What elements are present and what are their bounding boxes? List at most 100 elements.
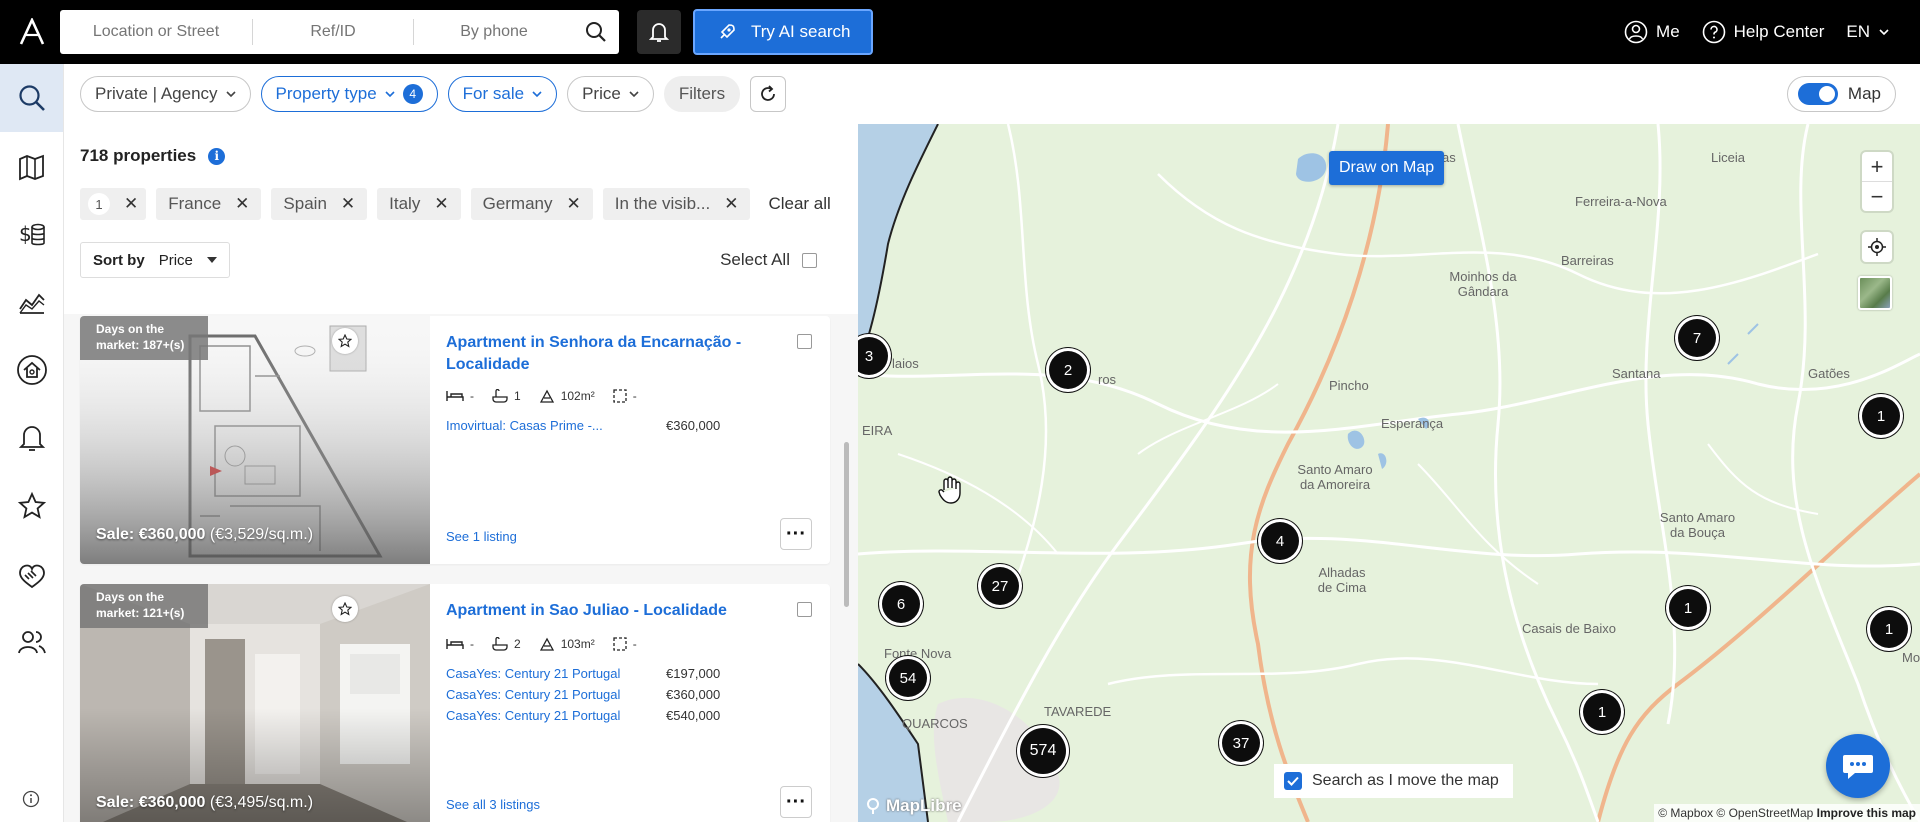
filter-tag[interactable]: In the visib... ✕ <box>602 188 751 220</box>
filter-tag[interactable]: Italy ✕ <box>377 188 461 220</box>
map-toggle[interactable]: Map <box>1786 76 1896 112</box>
close-icon[interactable]: ✕ <box>235 194 249 214</box>
map-place-label: Gatões <box>1808 366 1850 381</box>
reset-filters-button[interactable] <box>750 76 787 112</box>
close-icon[interactable]: ✕ <box>341 194 355 214</box>
map-switch[interactable] <box>1797 83 1838 105</box>
filter-tag[interactable]: Germany ✕ <box>470 188 593 220</box>
hand-cursor-icon <box>937 476 963 504</box>
search-button[interactable] <box>574 21 618 43</box>
nav-deals[interactable] <box>0 540 63 608</box>
map-cluster-marker[interactable]: 1 <box>1669 589 1707 627</box>
nav-market-map[interactable] <box>0 132 63 200</box>
property-title[interactable]: Apartment in Sao Juliao - Localidade <box>446 600 766 622</box>
nav-info[interactable] <box>22 790 40 808</box>
bath-icon <box>492 389 508 403</box>
price-filter[interactable]: Price <box>567 76 654 112</box>
ref-id-input[interactable] <box>253 20 413 44</box>
nav-team[interactable] <box>0 608 63 676</box>
help-center-link[interactable]: Help Center <box>1702 20 1824 44</box>
app-logo[interactable] <box>0 0 64 64</box>
more-filters-button[interactable]: Filters <box>663 76 741 112</box>
select-all[interactable]: Select All <box>720 250 817 270</box>
nav-my-properties[interactable] <box>0 336 63 404</box>
notifications-button[interactable] <box>637 10 681 54</box>
ai-search-button[interactable]: Try AI search <box>693 9 873 55</box>
language-label: EN <box>1846 22 1870 41</box>
property-photo[interactable]: Days on the market: 187+(s) Sale: €360,0… <box>80 316 430 564</box>
satellite-layer-toggle[interactable] <box>1858 276 1892 310</box>
select-all-checkbox[interactable] <box>802 252 817 268</box>
user-icon <box>1624 20 1648 44</box>
deal-type-filter[interactable]: For sale <box>447 76 558 112</box>
listing-source[interactable]: CasaYes: Century 21 Portugal <box>446 687 666 702</box>
nav-alerts[interactable] <box>0 404 63 472</box>
favorite-star-icon[interactable] <box>332 596 358 622</box>
close-icon[interactable]: ✕ <box>567 194 581 214</box>
map-cluster-marker[interactable]: 574 <box>1020 728 1066 774</box>
nav-valuation[interactable]: $ <box>0 200 63 268</box>
map-view[interactable]: Queridas Liceia Ferreira-a-Nova Barreira… <box>858 124 1920 822</box>
sort-dropdown[interactable]: Sort by Price <box>80 242 230 278</box>
map-cluster-marker[interactable]: 2 <box>1049 351 1087 389</box>
map-cluster-marker[interactable]: 27 <box>981 567 1019 605</box>
language-selector[interactable]: EN <box>1846 22 1890 42</box>
location-search-input[interactable] <box>60 20 252 44</box>
search-as-move-checkbox[interactable] <box>1284 772 1302 790</box>
nav-search[interactable] <box>0 64 63 132</box>
map-cluster-marker[interactable]: 1 <box>1583 693 1621 731</box>
zoom-out-button[interactable]: − <box>1862 182 1892 211</box>
map-cluster-marker[interactable]: 1 <box>1862 397 1900 435</box>
more-options-button[interactable]: ··· <box>780 786 812 818</box>
sort-value: Price <box>158 251 193 269</box>
checkmark-icon <box>1287 776 1299 786</box>
property-photo[interactable]: Days on the market: 121+(s) Sale: €360,0… <box>80 584 430 822</box>
map-cluster-marker[interactable]: 4 <box>1261 522 1299 560</box>
map-place-label: Santo Amaro da Bouça <box>1659 510 1736 540</box>
info-icon[interactable]: i <box>208 147 226 165</box>
map-cluster-marker[interactable]: 7 <box>1678 319 1716 357</box>
filter-tag[interactable]: France ✕ <box>156 188 262 220</box>
list-scrollbar[interactable] <box>844 442 849 607</box>
property-type-filter[interactable]: Property type 4 <box>260 76 438 112</box>
maplibre-logo: MapLibre <box>864 796 962 816</box>
draw-on-map-button[interactable]: Draw on Map <box>1329 151 1445 185</box>
results-count: 718 properties <box>80 146 197 165</box>
close-icon[interactable]: ✕ <box>124 194 138 214</box>
search-icon <box>18 85 45 111</box>
zoom-in-button[interactable]: + <box>1862 152 1892 181</box>
map-cluster-marker[interactable]: 1 <box>1870 610 1908 648</box>
map-cluster-marker[interactable]: 54 <box>889 659 927 697</box>
listing-source[interactable]: CasaYes: Century 21 Portugal <box>446 708 666 723</box>
favorite-star-icon[interactable] <box>332 328 358 354</box>
map-cluster-marker[interactable]: 37 <box>1222 724 1260 762</box>
close-icon[interactable]: ✕ <box>724 194 738 214</box>
search-as-move-toggle[interactable]: Search as I move the map <box>1274 764 1513 798</box>
phone-search-input[interactable] <box>414 20 574 44</box>
see-listings-link[interactable]: See all 3 listings <box>446 797 540 812</box>
nav-favorites[interactable] <box>0 472 63 540</box>
property-title[interactable]: Apartment in Senhora da Encarnação - Loc… <box>446 332 766 376</box>
see-listings-link[interactable]: See 1 listing <box>446 529 517 544</box>
chat-support-button[interactable] <box>1826 734 1890 798</box>
owner-filter[interactable]: Private | Agency <box>80 76 251 112</box>
card-select-checkbox[interactable] <box>797 334 812 349</box>
more-options-button[interactable]: ··· <box>780 518 812 550</box>
nav-analytics[interactable] <box>0 268 63 336</box>
property-card[interactable]: Days on the market: 187+(s) Sale: €360,0… <box>80 316 830 564</box>
filter-tag[interactable]: Spain ✕ <box>271 188 368 220</box>
locate-me-button[interactable] <box>1862 232 1892 262</box>
property-card[interactable]: Days on the market: 121+(s) Sale: €360,0… <box>80 584 830 822</box>
filter-tag[interactable]: 1 ✕ <box>80 188 147 220</box>
listing-source[interactable]: CasaYes: Century 21 Portugal <box>446 666 666 681</box>
sale-price-value: Sale: €360,000 <box>96 526 206 543</box>
listing-price: €540,000 <box>666 708 721 723</box>
map-place-label: Barreiras <box>1561 253 1614 268</box>
map-cluster-marker[interactable]: 6 <box>882 585 920 623</box>
card-select-checkbox[interactable] <box>797 602 812 617</box>
clear-all-link[interactable]: Clear all <box>768 194 830 214</box>
account-menu[interactable]: Me <box>1624 20 1680 44</box>
close-icon[interactable]: ✕ <box>434 194 448 214</box>
listing-source[interactable]: Imovirtual: Casas Prime -... <box>446 418 666 433</box>
improve-map-link[interactable]: Improve this map <box>1817 806 1916 820</box>
